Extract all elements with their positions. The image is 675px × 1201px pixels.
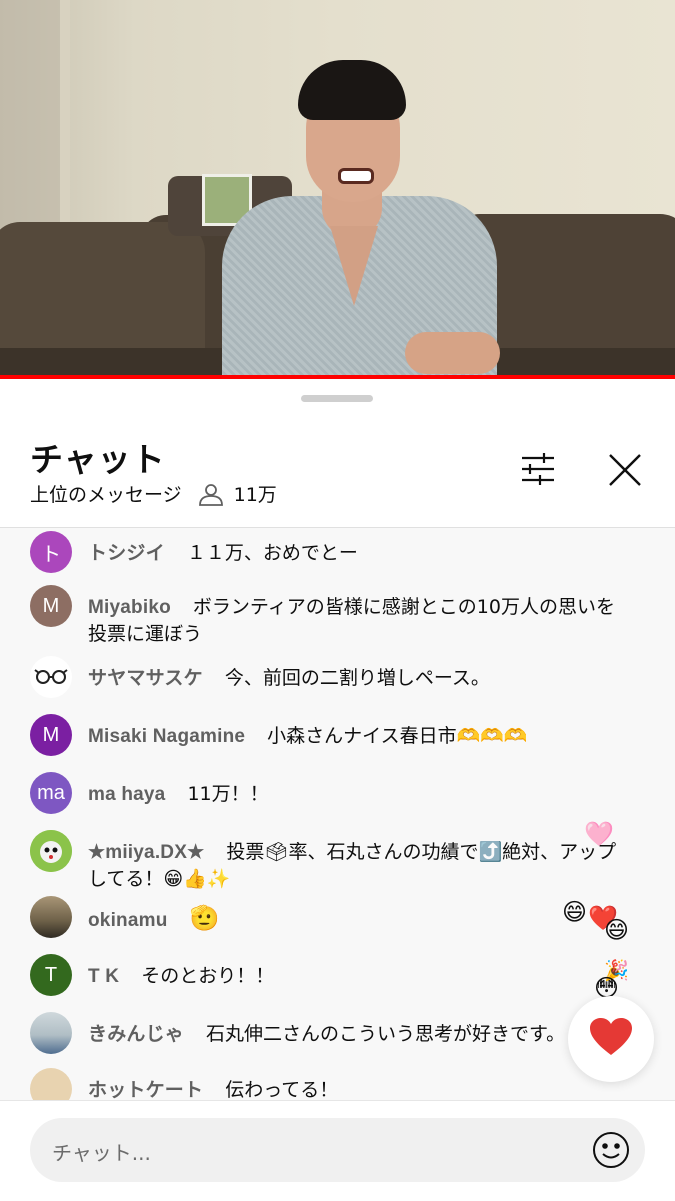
message-text: １１万、おめでとー bbox=[186, 542, 358, 564]
chat-mode-label: 上位のメッセージ bbox=[30, 484, 182, 506]
person-icon bbox=[198, 482, 224, 506]
close-button[interactable] bbox=[603, 448, 647, 492]
message-text: 石丸伸二さんのこういう思考が好きです。 bbox=[206, 1023, 566, 1045]
message-author[interactable]: ★miiya.DX★ bbox=[88, 842, 204, 863]
chat-message[interactable]: M Miyabiko ボランティアの皆様に感謝とこの10万人の思いを投票に運ぼう bbox=[30, 585, 620, 647]
message-author[interactable]: トシジイ bbox=[88, 543, 165, 564]
avatar[interactable]: ma bbox=[30, 772, 72, 814]
chat-message[interactable]: ★miiya.DX★ 投票🗳率、石丸さんの功績で⤴️絶対、アップしてる！😁👍✨ bbox=[30, 830, 620, 892]
chat-message[interactable]: サヤマサスケ 今、前回の二割り増しペース。 bbox=[30, 656, 620, 698]
person-mouth bbox=[338, 168, 374, 184]
chat-message[interactable]: ト トシジイ １１万、おめでとー bbox=[30, 531, 620, 573]
chat-message[interactable]: okinamu 🫡 bbox=[30, 896, 620, 938]
like-reaction-button[interactable] bbox=[568, 996, 654, 1082]
message-author[interactable]: Miyabiko bbox=[88, 597, 171, 618]
person-hand bbox=[405, 332, 500, 374]
reaction-smile: 😄 bbox=[604, 916, 630, 944]
emoji-button[interactable] bbox=[591, 1130, 631, 1170]
chat-message[interactable]: M Misaki Nagamine 小森さんナイス春日市🫶🫶🫶 bbox=[30, 714, 620, 756]
message-author[interactable]: ホットケート bbox=[88, 1080, 203, 1100]
chat-panel: チャット 上位のメッセージ 11万 ト トシジイ １１万、おめでとー M Miy… bbox=[0, 380, 675, 1201]
chat-message-list[interactable]: ト トシジイ １１万、おめでとー M Miyabiko ボランティアの皆様に感謝とこ… bbox=[0, 528, 675, 1100]
reaction-pink-heart: 🩷 bbox=[584, 820, 614, 848]
chat-message[interactable]: T T K そのとおり！！ bbox=[30, 954, 620, 996]
message-author[interactable]: T K bbox=[88, 966, 119, 987]
filter-button[interactable] bbox=[516, 448, 560, 492]
chat-message[interactable]: ホットケート 伝わってる！ bbox=[30, 1068, 620, 1100]
viewer-count: 11万 bbox=[233, 484, 277, 506]
person-hair bbox=[298, 60, 406, 120]
avatar[interactable] bbox=[30, 830, 72, 872]
avatar[interactable] bbox=[30, 656, 72, 698]
avatar[interactable]: ト bbox=[30, 531, 72, 573]
video-player[interactable] bbox=[0, 0, 675, 378]
message-text: 11万！！ bbox=[187, 783, 269, 805]
video-progress-bar[interactable] bbox=[0, 375, 675, 379]
door-frame bbox=[60, 0, 70, 250]
avatar[interactable] bbox=[30, 896, 72, 938]
message-author[interactable]: サヤマサスケ bbox=[88, 668, 203, 689]
message-text: そのとおり！！ bbox=[141, 965, 275, 987]
message-author[interactable]: ma haya bbox=[88, 784, 165, 805]
chat-input-placeholder: チャット... bbox=[52, 1141, 151, 1165]
wall-shadow bbox=[0, 0, 60, 260]
drag-handle[interactable] bbox=[301, 395, 373, 402]
message-text: 伝わってる！ bbox=[225, 1079, 339, 1100]
chat-title: チャット bbox=[30, 440, 166, 479]
close-icon bbox=[603, 454, 647, 496]
chat-input-bar: チャット... bbox=[0, 1100, 675, 1201]
chat-mode-selector[interactable]: 上位のメッセージ 11万 bbox=[30, 480, 277, 507]
message-text: 今、前回の二割り増しペース。 bbox=[224, 667, 490, 689]
chat-input-field[interactable]: チャット... bbox=[30, 1118, 645, 1182]
sliders-icon bbox=[516, 453, 560, 496]
message-author[interactable]: Misaki Nagamine bbox=[88, 726, 245, 747]
message-author[interactable]: okinamu bbox=[88, 910, 168, 931]
message-text: 🫡 bbox=[189, 904, 220, 932]
chat-message[interactable]: きみんじゃ 石丸伸二さんのこういう思考が好きです。 bbox=[30, 1012, 620, 1054]
message-author[interactable]: きみんじゃ bbox=[88, 1024, 184, 1045]
reaction-smile: 😄 bbox=[562, 898, 588, 926]
avatar[interactable]: M bbox=[30, 714, 72, 756]
message-text: 小森さんナイス春日市🫶🫶🫶 bbox=[267, 725, 528, 747]
avatar[interactable]: T bbox=[30, 954, 72, 996]
avatar[interactable]: M bbox=[30, 585, 72, 627]
heart-icon bbox=[589, 1017, 633, 1061]
avatar[interactable] bbox=[30, 1068, 72, 1100]
chat-message[interactable]: ma ma haya 11万！！ bbox=[30, 772, 620, 814]
avatar[interactable] bbox=[30, 1012, 72, 1054]
smiley-icon bbox=[591, 1132, 631, 1174]
